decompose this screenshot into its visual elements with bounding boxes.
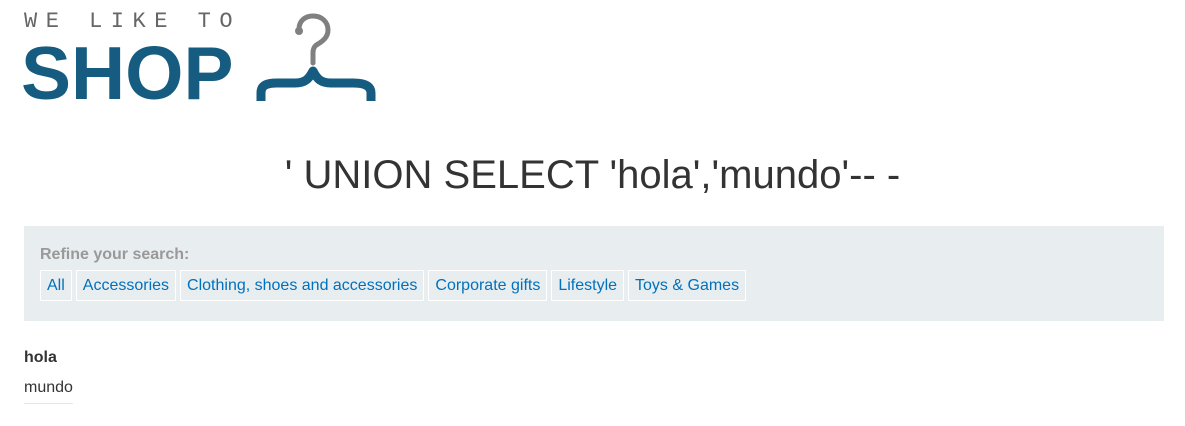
filter-category-lifestyle[interactable]: Lifestyle	[551, 270, 625, 301]
result-title: hola	[24, 349, 57, 366]
filter-category-clothing[interactable]: Clothing, shoes and accessories	[180, 270, 425, 301]
filter-panel: Refine your search: All Accessories Clot…	[24, 226, 1164, 321]
site-logo[interactable]: WE LIKE TO SHOP	[21, 9, 383, 115]
filter-category-list: All Accessories Clothing, shoes and acce…	[40, 270, 747, 301]
result-item: hola mundo	[24, 348, 73, 404]
logo-brand: SHOP	[21, 31, 234, 115]
filter-category-all[interactable]: All	[40, 270, 72, 301]
results-list: hola mundo	[24, 348, 73, 404]
result-body: mundo	[24, 378, 73, 404]
page-title: ' UNION SELECT 'hola','mundo'-- -	[284, 153, 901, 197]
filter-category-corporate-gifts[interactable]: Corporate gifts	[428, 270, 548, 301]
logo-tagline: WE LIKE TO	[24, 9, 242, 34]
page: WE LIKE TO SHOP ' UNION SELECT 'hola','m…	[0, 0, 1185, 426]
filter-category-accessories[interactable]: Accessories	[75, 270, 177, 301]
filter-category-toys-games[interactable]: Toys & Games	[628, 270, 747, 301]
filter-label: Refine your search:	[40, 246, 190, 263]
hanger-icon	[256, 13, 376, 101]
